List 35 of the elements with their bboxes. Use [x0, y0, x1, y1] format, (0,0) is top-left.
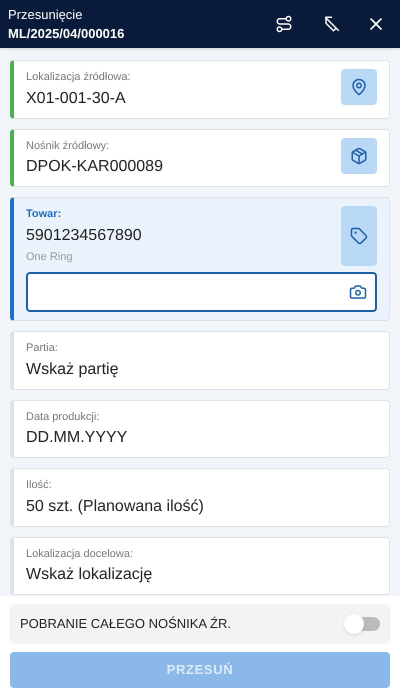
location-button[interactable]	[341, 69, 377, 105]
field-card[interactable]: Lokalizacja docelowa: Wskaż lokalizację	[10, 536, 390, 595]
crossed-tag-icon	[323, 15, 341, 33]
field-label: Data produkcji:	[26, 410, 100, 424]
field-subtitle: One Ring	[26, 250, 74, 264]
scan-input-field[interactable]	[26, 272, 377, 312]
field-label: Towar:	[26, 207, 62, 222]
field-value: 5901234567890	[26, 226, 143, 246]
field-card[interactable]: Data produkcji: DD.MM.YYYY	[10, 400, 390, 458]
field-label: Partia:	[26, 341, 59, 356]
tag-button[interactable]	[341, 206, 377, 266]
field-card[interactable]: Lokalizacja źródłowa: X01-001-30-A	[10, 60, 390, 118]
box-icon	[350, 146, 368, 164]
field-value: Wskaż partię	[26, 360, 120, 380]
field-label: Lokalizacja źródłowa:	[26, 70, 132, 85]
field-label: Lokalizacja docelowa:	[26, 546, 134, 562]
field-value: DD.MM.YYYY	[26, 428, 128, 448]
map-pin-icon	[350, 78, 368, 96]
camera-icon	[349, 283, 367, 301]
field-card[interactable]: Ilość: 50 szt. (Planowana ilość)	[10, 468, 390, 526]
field-card[interactable]: Nośnik źródłowy: DPOK-KAR000089	[10, 128, 390, 187]
field-card[interactable]: Towar: 5901234567890 One Ring	[10, 197, 390, 321]
toggle-label: POBRANIE CAŁEGO NOŚNIKA ŹR.	[20, 615, 232, 634]
carrier-button[interactable]	[341, 138, 377, 174]
field-value: X01-001-30-A	[26, 88, 127, 108]
field-value: Wskaż lokalizację	[26, 565, 154, 585]
field-label: Nośnik źródłowy:	[26, 138, 110, 154]
field-value: DPOK-KAR000089	[26, 157, 164, 177]
tag-icon	[350, 227, 368, 245]
field-label: Ilość:	[26, 478, 53, 493]
field-value: 50 szt. (Planowana ilość)	[26, 496, 205, 516]
route-icon	[275, 15, 293, 33]
field-card[interactable]: Partia: Wskaż partię	[10, 331, 390, 390]
document-number: ML/2025/04/000016	[8, 25, 126, 43]
window-title: Przesunięcie	[8, 6, 84, 24]
